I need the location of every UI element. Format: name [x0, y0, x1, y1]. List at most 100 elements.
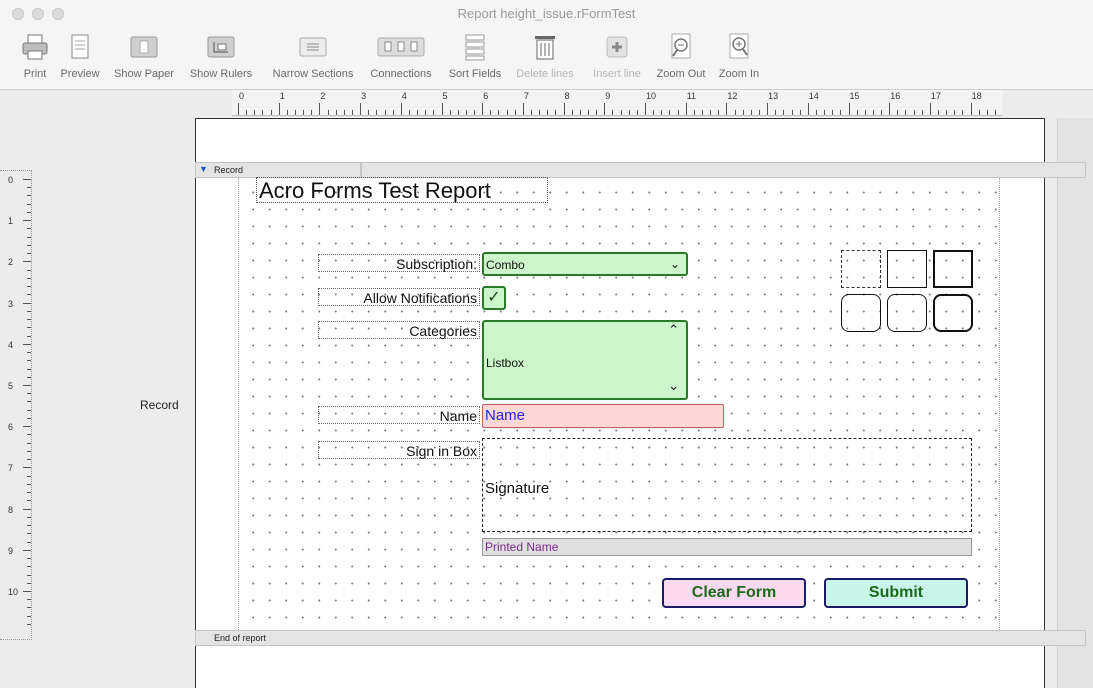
name-label[interactable]: Name — [318, 406, 480, 424]
show-paper-button[interactable]: Show Paper — [112, 28, 176, 88]
record-section-bar[interactable]: ▼ Record — [195, 162, 361, 178]
window-title: Report height_issue.rFormTest — [457, 6, 636, 21]
ruler-tick — [954, 110, 956, 115]
ruler-tick — [734, 110, 736, 115]
ruler-tick — [27, 492, 31, 494]
ruler-number: 6 — [8, 422, 14, 433]
subscription-combo[interactable]: Combo ⌄ — [482, 252, 688, 276]
signature-box[interactable]: Signature — [482, 438, 972, 532]
ruler-tick — [653, 110, 655, 115]
narrow-sections-label: Narrow Sections — [272, 68, 354, 80]
ruler-tick — [636, 110, 638, 115]
ruler-tick — [27, 607, 31, 609]
narrow-sections-button[interactable]: Narrow Sections — [266, 28, 360, 88]
rounded-box-3[interactable] — [933, 294, 973, 332]
ruler-tick — [628, 110, 630, 115]
ruler-tick — [490, 110, 492, 115]
ruler-tick — [27, 533, 31, 535]
ruler-tick — [433, 110, 435, 115]
ruler-number: 17 — [930, 91, 941, 101]
rounded-box-2[interactable] — [887, 294, 927, 332]
subscription-label[interactable]: Subscription: — [318, 254, 480, 272]
ruler-tick — [23, 549, 31, 551]
submit-button[interactable]: Submit — [824, 578, 968, 608]
ruler-tick — [311, 110, 313, 115]
ruler-tick — [938, 110, 940, 115]
ruler-tick — [620, 110, 622, 115]
ruler-number: 7 — [523, 91, 529, 101]
horizontal-ruler[interactable]: 0 1 2 3 4 5 6 7 8 9 10 11 12 13 14 15 16 17 18 — [232, 90, 1002, 116]
print-button[interactable]: Print — [18, 28, 52, 88]
ruler-tick — [27, 599, 31, 601]
ruler-tick — [27, 623, 31, 625]
ruler-tick — [335, 110, 337, 115]
ruler-number: 5 — [442, 91, 448, 101]
clear-form-button[interactable]: Clear Form — [662, 578, 806, 608]
ruler-tick — [465, 110, 467, 115]
zoom-in-button[interactable]: Zoom In — [716, 28, 762, 88]
chevron-down-icon[interactable]: ⌄ — [668, 378, 679, 394]
ruler-tick — [27, 277, 31, 279]
ruler-tick — [27, 475, 31, 477]
ruler-tick — [27, 327, 31, 329]
connections-label: Connections — [370, 68, 432, 80]
square-box-2[interactable] — [887, 250, 927, 288]
square-box-1[interactable] — [841, 250, 881, 288]
disclosure-triangle-icon[interactable]: ▼ — [199, 164, 208, 174]
ruler-tick — [441, 103, 443, 115]
categories-listbox[interactable]: Listbox ⌃ ⌄ — [482, 320, 688, 400]
printed-name-field[interactable]: Printed Name — [482, 538, 972, 556]
rounded-box-1[interactable] — [841, 294, 881, 332]
ruler-tick — [685, 103, 687, 115]
delete-lines-label: Delete lines — [516, 68, 574, 80]
ruler-tick — [360, 103, 362, 115]
ruler-number: 4 — [8, 339, 14, 350]
ruler-tick — [970, 103, 972, 115]
ruler-tick — [807, 103, 809, 115]
ruler-tick — [889, 103, 891, 115]
sort-fields-label: Sort Fields — [448, 68, 502, 80]
ruler-tick — [905, 110, 907, 115]
vertical-scrollbar[interactable] — [1057, 118, 1093, 688]
ruler-tick — [921, 110, 923, 115]
sort-fields-button[interactable]: Sort Fields — [446, 28, 504, 88]
ruler-tick — [799, 110, 801, 115]
ruler-tick — [27, 558, 31, 560]
plus-icon — [606, 36, 628, 58]
insert-line-button[interactable]: Insert line — [588, 28, 646, 88]
record-section-bar-extension — [361, 162, 1086, 178]
vertical-ruler[interactable]: 0 1 2 3 4 5 6 7 8 9 10 — [0, 170, 32, 640]
ruler-tick — [27, 574, 31, 576]
name-field[interactable]: Name — [482, 404, 724, 428]
ruler-number: 8 — [564, 91, 570, 101]
square-box-3[interactable] — [933, 250, 973, 288]
allow-notifications-label[interactable]: Allow Notifications — [318, 288, 480, 306]
ruler-tick — [27, 459, 31, 461]
report-title[interactable]: Acro Forms Test Report — [256, 177, 548, 203]
ruler-tick — [27, 335, 31, 337]
ruler-number: 0 — [239, 91, 245, 101]
delete-lines-button[interactable]: Delete lines — [514, 28, 576, 88]
preview-button[interactable]: Preview — [60, 28, 100, 88]
end-section-bar[interactable]: End of report — [195, 630, 1086, 646]
ruler-tick — [881, 110, 883, 115]
ruler-tick — [710, 110, 712, 115]
ruler-tick — [661, 110, 663, 115]
allow-notifications-checkbox[interactable]: ✓ — [482, 286, 506, 310]
show-rulers-button[interactable]: Show Rulers — [188, 28, 254, 88]
ruler-tick — [588, 110, 590, 115]
sign-in-box-label[interactable]: Sign in Box — [318, 441, 480, 459]
ruler-tick — [986, 110, 988, 115]
ruler-tick — [286, 110, 288, 115]
ruler-number: 4 — [401, 91, 407, 101]
ruler-number: 10 — [646, 91, 657, 101]
ruler-tick — [791, 110, 793, 115]
chevron-up-icon[interactable]: ⌃ — [668, 322, 679, 338]
zoom-out-button[interactable]: Zoom Out — [654, 28, 708, 88]
categories-label[interactable]: Categories — [318, 321, 480, 339]
ruler-tick — [27, 483, 31, 485]
chevron-down-icon: ⌄ — [669, 257, 680, 271]
connections-button[interactable]: Connections — [366, 28, 436, 88]
ruler-tick — [384, 110, 386, 115]
ruler-tick — [270, 110, 272, 115]
